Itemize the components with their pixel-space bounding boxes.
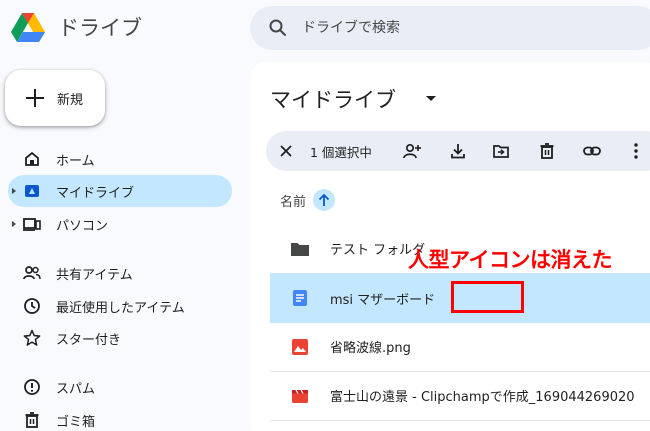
sidebar-item-computers[interactable]: パソコン xyxy=(8,208,232,240)
folder-icon xyxy=(290,239,310,259)
spam-icon xyxy=(22,377,42,397)
link-icon[interactable] xyxy=(582,141,602,161)
sidebar-item-label: 共有アイテム xyxy=(56,267,133,283)
doc-icon xyxy=(290,288,310,308)
chevron-down-icon[interactable] xyxy=(426,96,436,101)
download-icon[interactable] xyxy=(448,141,468,161)
video-icon xyxy=(290,386,310,406)
file-name: 富士山の遠景 - Clipchampで作成_169044269020 xyxy=(330,390,635,405)
trash-icon xyxy=(22,410,42,430)
add-person-icon[interactable] xyxy=(402,141,422,161)
trash-icon[interactable] xyxy=(537,141,557,161)
arrow-up-icon[interactable] xyxy=(313,189,335,211)
more-vert-icon[interactable] xyxy=(626,141,646,161)
sidebar-item-trash[interactable]: ゴミ箱 xyxy=(8,404,232,431)
move-to-folder-icon[interactable] xyxy=(491,141,511,161)
column-header-name[interactable]: 名前 xyxy=(280,191,306,210)
computer-icon xyxy=(22,214,42,234)
sidebar-item-label: スパム xyxy=(56,381,96,397)
google-drive-logo-icon[interactable] xyxy=(10,10,46,46)
my-drive-icon xyxy=(22,181,42,201)
file-row[interactable]: 省略波線.png xyxy=(270,322,650,372)
caret-right-icon[interactable] xyxy=(10,220,18,228)
page-title[interactable]: マイドライブ xyxy=(270,84,396,114)
home-icon xyxy=(22,149,42,169)
sidebar-item-label: マイドライブ xyxy=(56,185,135,201)
people-icon xyxy=(22,263,42,283)
star-icon xyxy=(22,328,42,348)
app-title: ドライブ xyxy=(58,16,142,40)
plus-icon xyxy=(25,88,45,108)
sidebar-item-recent[interactable]: 最近使用したアイテム xyxy=(8,290,232,322)
selection-count: 1 個選択中 xyxy=(310,144,372,160)
sidebar-item-starred[interactable]: スター付き xyxy=(8,322,232,354)
new-button-label: 新規 xyxy=(57,92,84,108)
sidebar-item-my-drive[interactable]: マイドライブ xyxy=(8,175,232,207)
new-button[interactable]: 新規 xyxy=(5,70,105,126)
search-bar[interactable] xyxy=(250,6,650,50)
image-icon xyxy=(290,337,310,357)
annotation-text: 人型アイコンは消えた xyxy=(408,248,612,272)
sidebar-item-label: 最近使用したアイテム xyxy=(56,300,185,316)
selection-toolbar: 1 個選択中 xyxy=(266,131,650,171)
annotation-box xyxy=(451,281,524,313)
file-row[interactable]: 富士山の遠景 - Clipchampで作成_169044269020 xyxy=(270,371,650,421)
sidebar-item-label: ホーム xyxy=(56,153,95,169)
search-input[interactable] xyxy=(302,17,642,39)
sidebar-item-shared[interactable]: 共有アイテム xyxy=(8,257,232,289)
file-name: 省略波線.png xyxy=(330,341,411,356)
close-icon[interactable] xyxy=(276,141,296,161)
sidebar-item-label: ゴミ箱 xyxy=(56,414,96,430)
caret-right-icon[interactable] xyxy=(10,187,18,195)
clock-icon xyxy=(22,296,42,316)
sidebar-item-label: スター付き xyxy=(56,332,122,348)
search-icon[interactable] xyxy=(268,18,288,38)
sidebar-item-home[interactable]: ホーム xyxy=(8,143,232,175)
sidebar-item-label: パソコン xyxy=(56,218,109,234)
sidebar-item-spam[interactable]: スパム xyxy=(8,371,232,403)
file-name: msi マザーボード xyxy=(330,292,436,308)
